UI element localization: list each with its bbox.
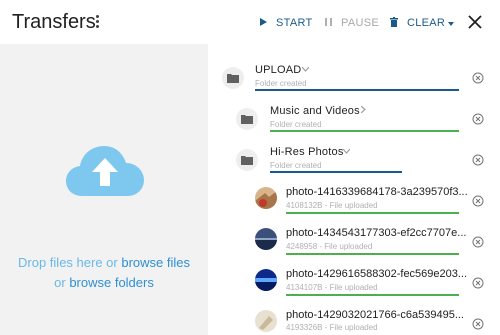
start-button[interactable]: START <box>260 15 313 31</box>
pause-icon <box>325 17 332 29</box>
chevron-down-icon[interactable] <box>301 64 310 74</box>
drop-zone[interactable]: Drop files here or browse files or brows… <box>0 44 208 335</box>
caret-down-icon <box>448 17 455 29</box>
photo-thumbnail <box>255 269 277 291</box>
transfer-item-music-and-videos: Music and Videos Folder created <box>208 101 500 139</box>
transfer-status: Folder created <box>270 120 322 129</box>
cancel-circle-icon[interactable] <box>472 194 484 207</box>
play-icon <box>260 17 267 29</box>
transfer-item-photo: photo-1416339684178-3a239570f3... 410813… <box>208 183 500 221</box>
page-title: Transfers <box>12 11 96 33</box>
folder-icon <box>236 149 258 171</box>
browse-files-link[interactable]: browse files <box>121 255 190 270</box>
clear-label: CLEAR <box>407 17 446 29</box>
progress-bar <box>270 171 459 173</box>
cancel-circle-icon[interactable] <box>472 153 484 166</box>
transfer-item-hi-res-photos: Hi-Res Photos Folder created <box>208 142 500 180</box>
transfer-item-photo: photo-1429616588302-fec569e203... 413410… <box>208 265 500 303</box>
transfer-name: photo-1429616588302-fec569e203... <box>286 268 468 280</box>
transfer-name: UPLOAD <box>255 64 302 76</box>
transfer-name: photo-1416339684178-3a239570f3... <box>286 186 468 198</box>
transfer-name: Music and Videos <box>270 105 360 117</box>
or-text: or <box>54 275 70 290</box>
transfer-name: photo-1434543177303-ef2cc7707e... <box>286 227 467 239</box>
transfer-status: 4108132B - File uploaded <box>286 201 378 210</box>
browse-folders-link[interactable]: browse folders <box>69 275 154 290</box>
cancel-circle-icon[interactable] <box>472 317 484 330</box>
transfer-item-photo: photo-1434543177303-ef2cc7707e... 424895… <box>208 224 500 262</box>
photo-thumbnail <box>255 310 277 332</box>
chevron-down-icon[interactable] <box>342 146 351 156</box>
progress-bar <box>286 253 459 255</box>
close-icon[interactable] <box>468 15 482 29</box>
photo-thumbnail <box>255 187 277 209</box>
transfer-item-photo: photo-1429032021766-c6a539495... 4193326… <box>208 306 500 335</box>
cancel-circle-icon[interactable] <box>472 112 484 125</box>
clear-button[interactable]: CLEAR <box>390 15 455 31</box>
progress-bar <box>286 212 459 214</box>
progress-bar <box>270 130 459 132</box>
drop-instructions-line2: or browse folders <box>0 275 208 290</box>
transfer-status: Folder created <box>255 79 307 88</box>
cancel-circle-icon[interactable] <box>472 235 484 248</box>
transfers-header: Transfers START PAUSE CLEAR <box>0 0 500 44</box>
chevron-right-icon[interactable] <box>360 105 366 115</box>
cloud-upload-icon <box>66 146 144 196</box>
transfer-status: 4248958 - File uploaded <box>286 242 373 251</box>
folder-icon <box>236 108 258 130</box>
folder-icon <box>222 67 244 89</box>
photo-thumbnail <box>255 228 277 250</box>
pause-button[interactable]: PAUSE <box>325 15 379 31</box>
transfer-status: 4193326B - File uploaded <box>286 323 378 332</box>
progress-bar <box>255 89 459 91</box>
cancel-circle-icon[interactable] <box>472 71 484 84</box>
cancel-circle-icon[interactable] <box>472 276 484 289</box>
kebab-menu-icon[interactable] <box>93 15 101 29</box>
transfer-item-upload: UPLOAD Folder created <box>208 60 500 98</box>
drop-instructions-line1: Drop files here or browse files <box>0 255 208 270</box>
transfer-status: 4134107B - File uploaded <box>286 283 378 292</box>
transfer-name: Hi-Res Photos <box>270 146 344 158</box>
transfer-status: Folder created <box>270 161 322 170</box>
start-label: START <box>276 17 313 29</box>
transfer-name: photo-1429032021766-c6a539495... <box>286 309 464 321</box>
drop-text: Drop files here or <box>18 255 122 270</box>
pause-label: PAUSE <box>341 17 379 29</box>
trash-icon <box>390 16 398 30</box>
progress-bar <box>286 294 459 296</box>
